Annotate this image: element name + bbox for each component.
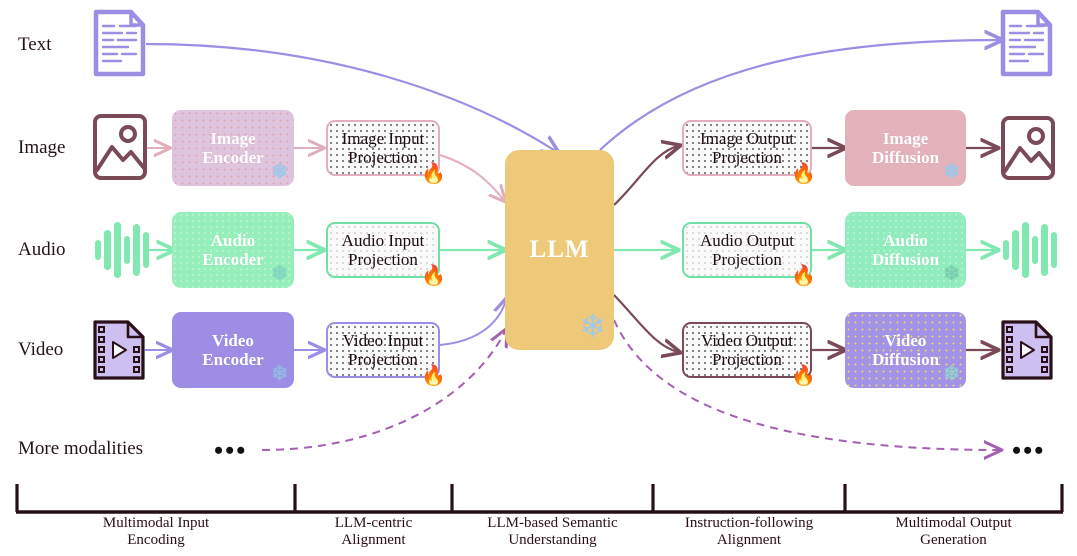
image-output-projection-line2: Projection [712, 148, 782, 167]
output-video-film-icon [1001, 320, 1053, 380]
stage-caption-1: Multimodal Input Encoding [17, 515, 295, 550]
audio-output-projection-line1: Audio Output [700, 230, 794, 250]
snowflake-icon: ❄ [271, 161, 288, 183]
stage-caption-3: LLM-based Semantic Understanding [452, 515, 653, 550]
image-input-projection-line1: Image Input [341, 128, 425, 148]
snowflake-icon: ❄ [943, 263, 960, 285]
video-encoder-line1: Video [212, 330, 254, 350]
video-output-projection-line2: Projection [712, 350, 782, 369]
more-modalities-ellipsis-right: ••• [1012, 436, 1046, 465]
audio-diffusion-block[interactable]: Audio Diffusion ❄ [845, 212, 966, 288]
image-diffusion-block[interactable]: Image Diffusion ❄ [845, 110, 966, 186]
row-label-text: Text [18, 34, 52, 55]
video-encoder-block[interactable]: Video Encoder ❄ [172, 312, 294, 388]
llm-label: LLM [529, 236, 590, 263]
output-audio-waveform-icon [1003, 222, 1057, 278]
image-diffusion-line2: Diffusion [871, 148, 940, 167]
audio-encoder-block[interactable]: Audio Encoder ❄ [172, 212, 294, 288]
video-output-projection-line1: Video Output [701, 330, 793, 350]
audio-input-projection-line2: Projection [348, 250, 418, 269]
video-film-icon [93, 320, 145, 380]
stage-axis [15, 484, 1064, 514]
audio-encoder-line1: Audio [210, 230, 256, 250]
video-encoder-line2: Encoder [202, 350, 264, 369]
audio-input-projection-block[interactable]: Audio Input Projection 🔥 [326, 222, 446, 286]
row-label-audio: Audio [18, 239, 66, 260]
fire-icon: 🔥 [791, 163, 816, 185]
stage-5-line1: Multimodal Output [895, 515, 1012, 531]
stage-4-line2: Alignment [716, 532, 782, 549]
stage-caption-5: Multimodal Output Generation [845, 515, 1062, 550]
stage-1-line1: Multimodal Input [102, 515, 210, 531]
stage-4-line1: Instruction-following [684, 515, 814, 531]
video-input-projection-line1: Video Input [342, 330, 424, 350]
image-output-projection-block[interactable]: Image Output Projection 🔥 [682, 120, 816, 184]
video-diffusion-line1: Video [884, 330, 927, 350]
stage-2-line2: Alignment [341, 532, 406, 549]
image-input-projection-block[interactable]: Image Input Projection 🔥 [326, 120, 446, 184]
video-input-projection-block[interactable]: Video Input Projection 🔥 [326, 322, 446, 386]
snowflake-icon: ❄ [271, 363, 288, 385]
fire-icon: 🔥 [791, 365, 816, 387]
output-image-icon [1001, 116, 1055, 180]
audio-output-projection-line2: Projection [712, 250, 782, 269]
stage-2-line1: LLM-centric [334, 515, 413, 531]
stage-caption-4: Instruction-following Alignment [653, 515, 845, 550]
image-diffusion-line1: Image [882, 128, 929, 148]
audio-diffusion-line1: Audio [883, 230, 928, 250]
audio-waveform-icon [95, 222, 149, 278]
output-text-document-icon [1000, 9, 1053, 77]
diagram-canvas: Text Image Audio Video More modalities I… [0, 0, 1077, 556]
llm-block[interactable]: LLM ❄ [505, 150, 614, 350]
snowflake-icon: ❄ [943, 363, 960, 385]
fire-icon: 🔥 [421, 265, 446, 287]
snowflake-icon: ❄ [271, 263, 288, 285]
stage-3-line1: LLM-based Semantic [487, 515, 618, 531]
image-encoder-line1: Image [210, 128, 256, 148]
image-output-projection-line1: Image Output [700, 128, 794, 148]
video-diffusion-block[interactable]: Video Diffusion ❄ [845, 312, 966, 388]
fire-icon: 🔥 [791, 265, 816, 287]
row-label-image: Image [18, 137, 66, 158]
video-input-projection-line2: Projection [348, 350, 418, 369]
row-label-video: Video [18, 339, 64, 360]
stage-caption-2: LLM-centric Alignment [295, 515, 452, 550]
audio-input-projection-line1: Audio Input [341, 230, 425, 250]
image-icon [93, 114, 147, 180]
fire-icon: 🔥 [421, 163, 446, 185]
stage-3-line2: Understanding [508, 532, 597, 549]
image-encoder-block[interactable]: Image Encoder ❄ [172, 110, 294, 186]
image-input-projection-line2: Projection [348, 148, 418, 167]
audio-diffusion-line2: Diffusion [871, 250, 940, 269]
more-modalities-ellipsis-left: ••• [214, 436, 248, 465]
audio-encoder-line2: Encoder [202, 250, 264, 269]
image-encoder-line2: Encoder [202, 148, 264, 167]
video-output-projection-block[interactable]: Video Output Projection 🔥 [682, 322, 816, 386]
snowflake-icon: ❄ [943, 161, 960, 183]
stage-1-line2: Encoding [127, 532, 185, 549]
fire-icon: 🔥 [421, 365, 446, 387]
row-label-more-modalities: More modalities [18, 438, 144, 459]
text-document-icon [93, 9, 146, 77]
snowflake-icon: ❄ [579, 308, 606, 344]
video-diffusion-line2: Diffusion [871, 350, 940, 369]
stage-5-line2: Generation [920, 532, 987, 549]
audio-output-projection-block[interactable]: Audio Output Projection 🔥 [682, 222, 816, 286]
